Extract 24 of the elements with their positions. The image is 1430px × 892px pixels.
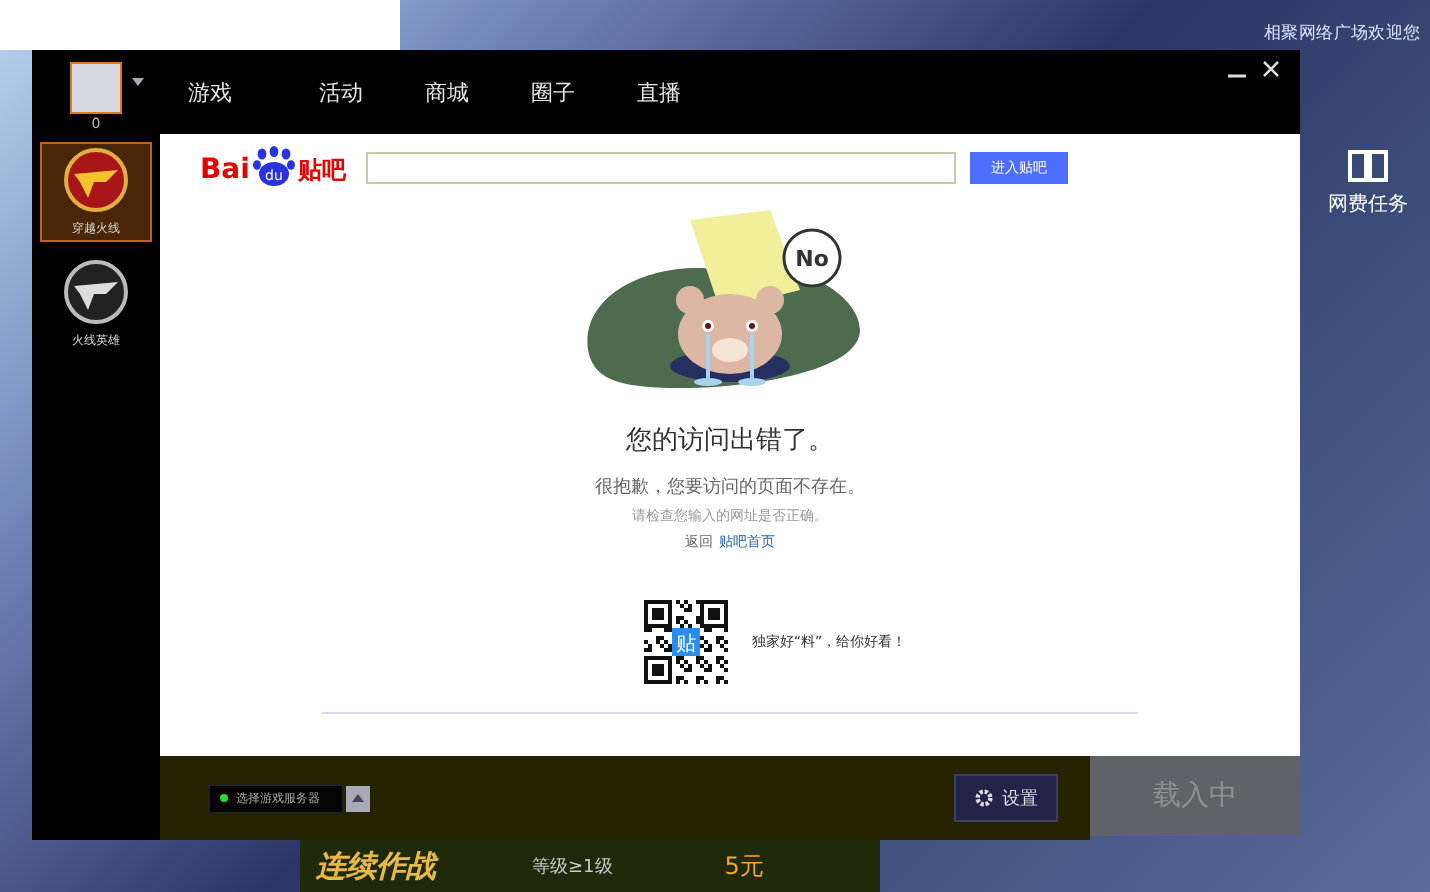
settings-icon [974,788,994,808]
nav-tab[interactable]: 直播 [606,77,712,107]
close-icon[interactable] [1262,60,1280,78]
caret-icon[interactable] [132,77,144,85]
nav-tab[interactable]: 游戏 [188,77,232,107]
logo-text: Bai [200,154,250,186]
promo-title: 连续作战 [316,847,436,885]
logo-text: 贴吧 [297,154,346,186]
dropdown-button[interactable] [346,785,370,811]
nav-tab[interactable]: 活动 [288,77,394,107]
price-text: 5元 [724,849,764,883]
nav-tab[interactable]: 圈子 [500,77,606,107]
game-emblem-icon [62,258,130,326]
level-requirement: 等级≥1级 [532,855,613,879]
caret-up-icon [352,794,364,802]
error-message: 很抱歉，您要访问的页面不存在。 [595,475,865,500]
game-emblem-icon [62,146,130,214]
search-field[interactable] [365,152,956,184]
welcome-text: 相聚网络广场欢迎您 [1264,22,1421,46]
error-title: 您的访问出错了。 [626,424,834,458]
book-icon [1346,148,1390,184]
settings-button[interactable]: 设置 [954,774,1058,822]
nav-tab[interactable]: 商城 [394,77,500,107]
task-label[interactable]: 网费任务 [1328,190,1408,218]
